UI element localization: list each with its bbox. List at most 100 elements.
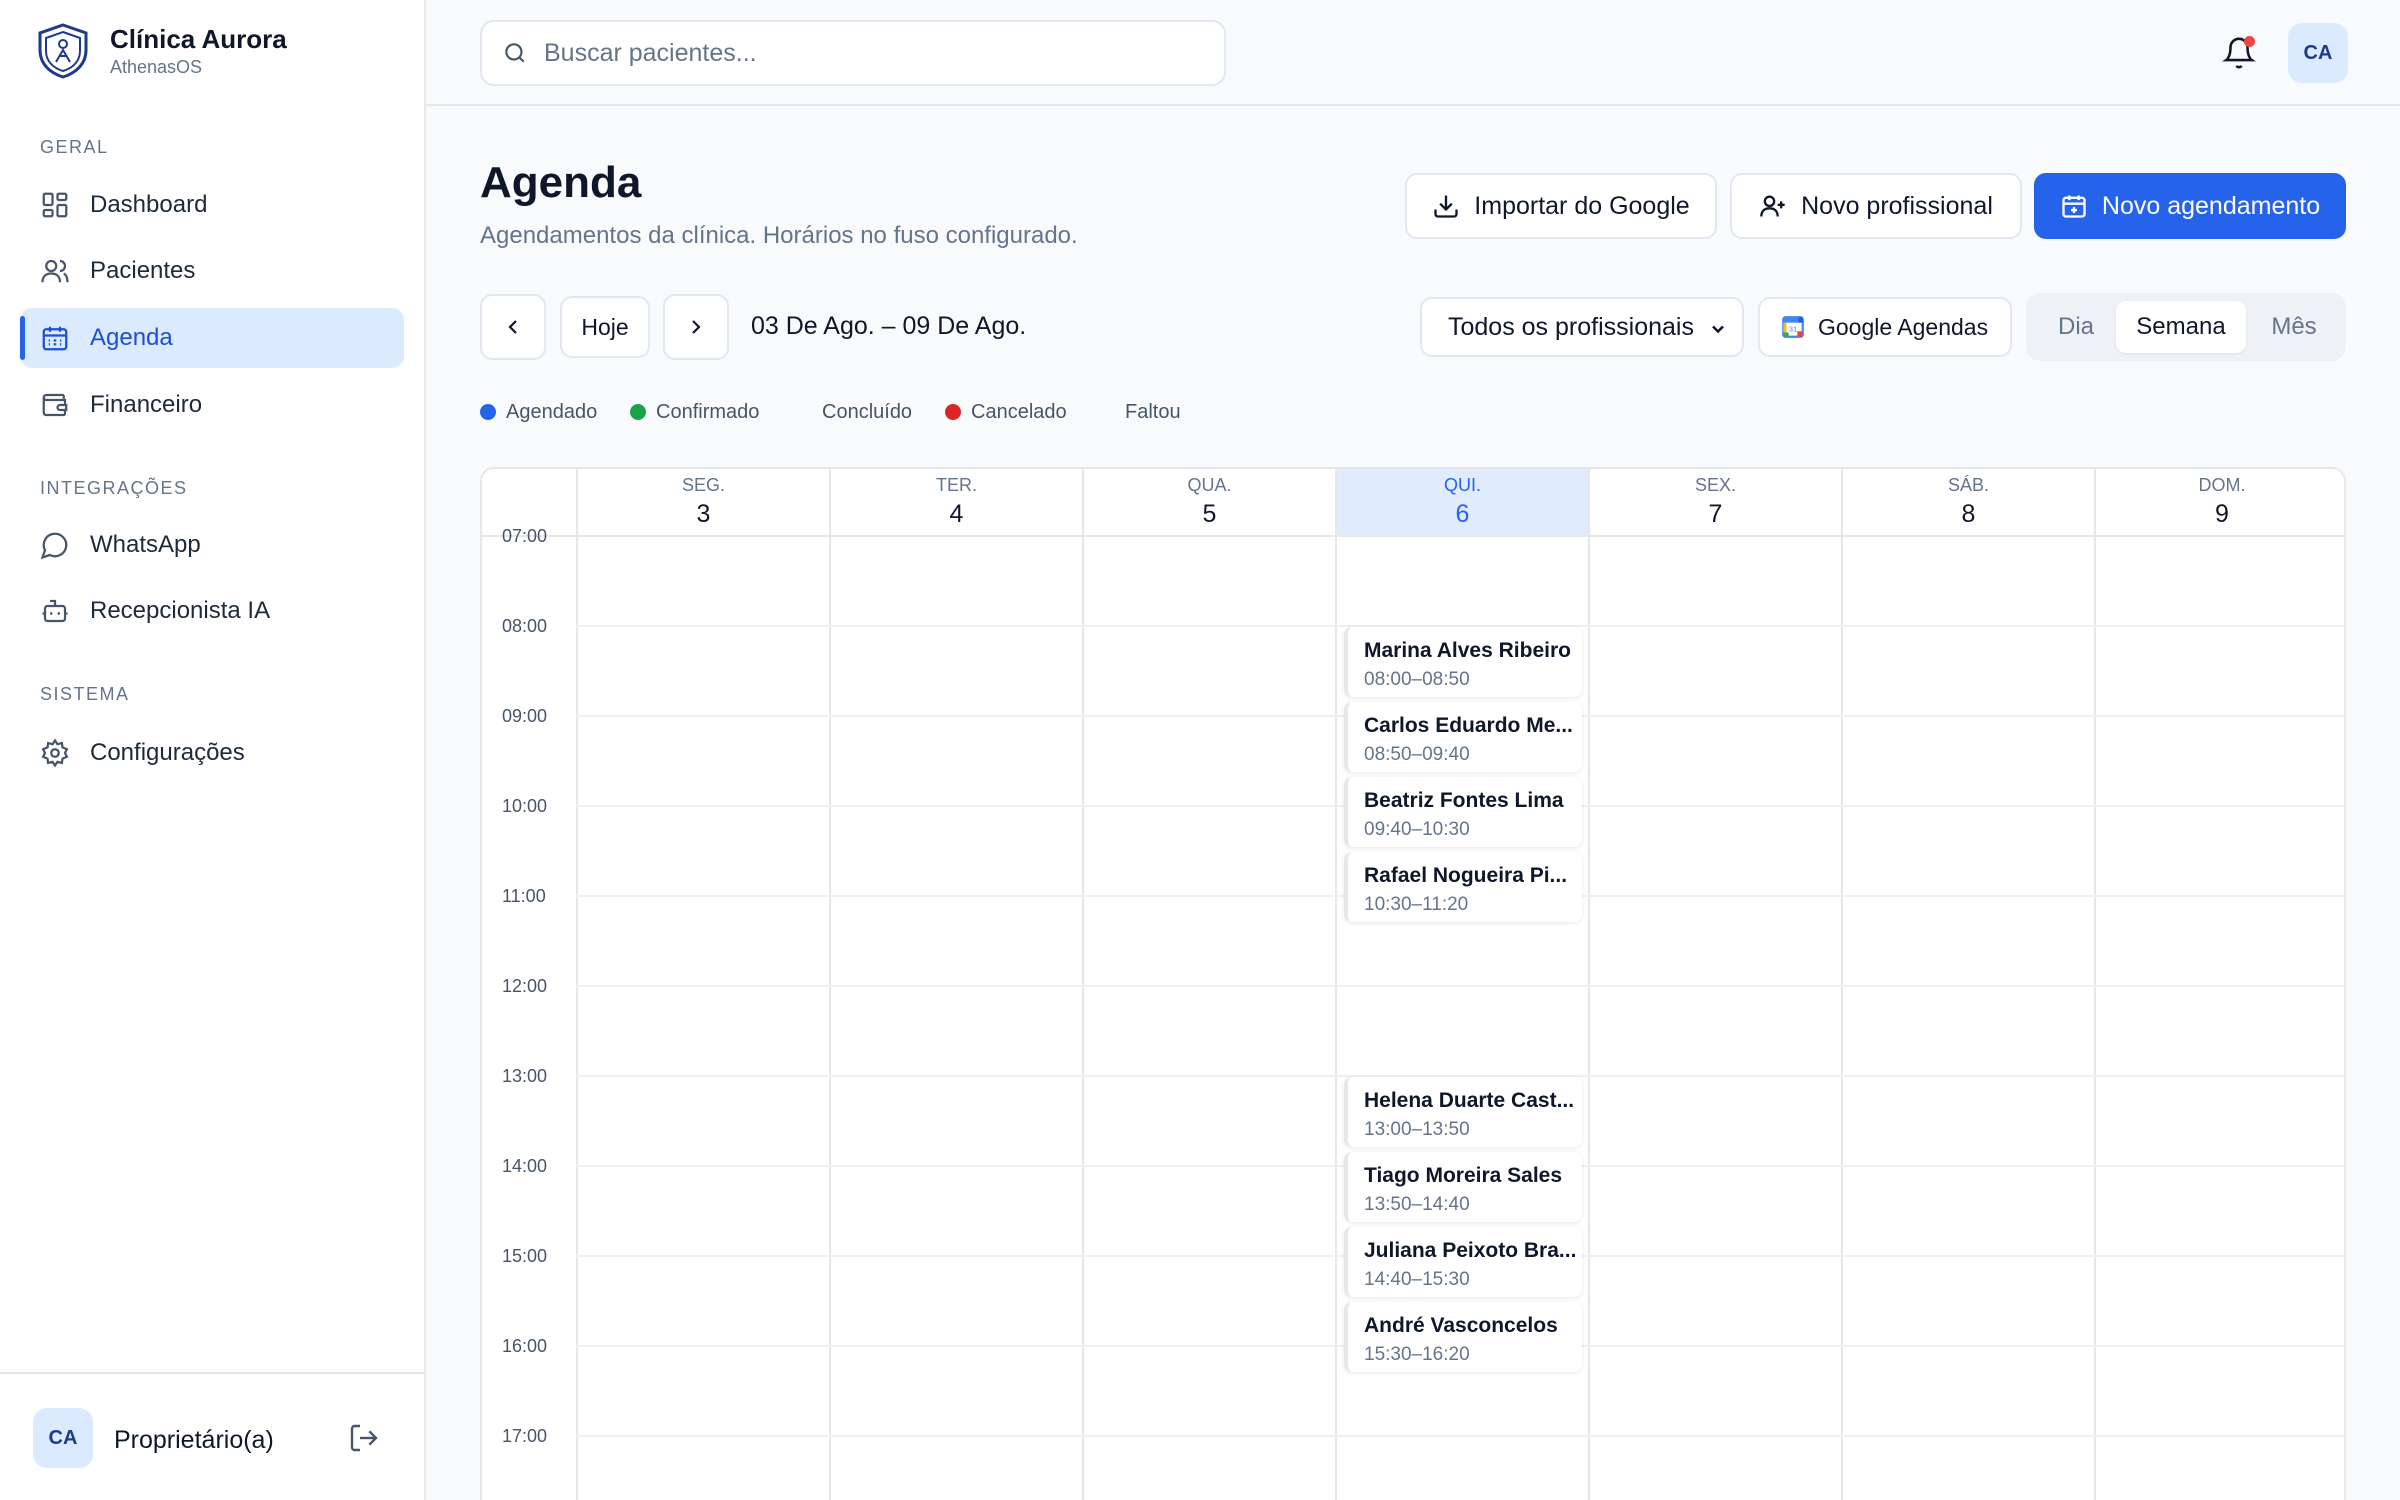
import-google-button[interactable]: Importar do Google xyxy=(1405,173,1717,239)
brand[interactable]: Clínica Aurora AthenasOS xyxy=(36,22,287,80)
sidebar-item-label: WhatsApp xyxy=(90,531,201,558)
day-number: 7 xyxy=(1708,500,1723,528)
time-label: 15:00 xyxy=(502,1246,548,1266)
hour-line xyxy=(576,1435,2344,1437)
appointment-patient: Juliana Peixoto Bra... xyxy=(1364,1239,1577,1262)
sidebar-item-label: Dashboard xyxy=(90,191,208,218)
column-divider xyxy=(1082,535,1084,1500)
sidebar-item-financeiro[interactable]: Financeiro xyxy=(20,375,404,435)
svg-text:31: 31 xyxy=(1789,324,1797,333)
gear-icon xyxy=(41,738,69,768)
hour-line xyxy=(576,985,2344,987)
legend-label: Cancelado xyxy=(971,400,1067,423)
appointment-time: 13:50–14:40 xyxy=(1364,1194,1470,1215)
day-of-week: TER. xyxy=(935,475,977,495)
appointment-card[interactable]: Helena Duarte Cast... 13:00–13:50 xyxy=(1344,1077,1582,1147)
notifications-button[interactable] xyxy=(2222,36,2256,70)
google-calendars-label: Google Agendas xyxy=(1818,313,1989,340)
sidebar-item-whatsapp[interactable]: WhatsApp xyxy=(20,515,404,575)
day-header-sun[interactable]: DOM. 9 xyxy=(2094,469,2344,535)
next-week-button[interactable] xyxy=(663,294,729,360)
search-input[interactable] xyxy=(544,38,1184,68)
appointment-time: 10:30–11:20 xyxy=(1364,894,1469,915)
sidebar-item-recepcionista-ia[interactable]: Recepcionista IA xyxy=(20,581,404,641)
appointment-card[interactable]: Beatriz Fontes Lima 09:40–10:30 xyxy=(1344,777,1582,847)
appointment-card[interactable]: Rafael Nogueira Pi... 10:30–11:20 xyxy=(1344,852,1582,922)
logout-icon[interactable] xyxy=(348,1422,380,1454)
dashboard-icon xyxy=(42,192,68,218)
section-title-integracoes: INTEGRAÇÕES xyxy=(40,478,188,498)
day-header-tue[interactable]: TER. 4 xyxy=(829,469,1082,535)
prev-week-button[interactable] xyxy=(480,294,546,360)
sidebar: Clínica Aurora AthenasOS GERAL Dashboard… xyxy=(0,0,426,1500)
new-appointment-button[interactable]: Novo agendamento xyxy=(2034,173,2346,239)
appointment-card[interactable]: Carlos Eduardo Me... 08:50–09:40 xyxy=(1344,702,1582,772)
sidebar-item-configuracoes[interactable]: Configurações xyxy=(20,723,404,783)
column-divider xyxy=(1841,535,1843,1500)
search-icon xyxy=(505,43,525,63)
today-button[interactable]: Hoje xyxy=(560,296,650,358)
google-calendar-icon: 31 xyxy=(1782,316,1804,338)
legend-faltou: Faltou xyxy=(1125,400,1181,424)
sidebar-footer: CA Proprietário(a) xyxy=(0,1372,424,1500)
day-header-fri[interactable]: SEX. 7 xyxy=(1588,469,1841,535)
week-calendar: SEG. 3 TER. 4 QUA. 5 QUI. 6 SEX. 7 SÁB. … xyxy=(480,467,2346,1500)
users-icon xyxy=(41,259,69,283)
day-header-thu[interactable]: QUI. 6 xyxy=(1335,469,1588,535)
legend-confirmado: Confirmado xyxy=(630,400,759,424)
appointment-time: 08:00–08:50 xyxy=(1364,669,1470,690)
chevron-left-icon xyxy=(508,320,517,334)
calendar-icon xyxy=(42,326,68,351)
google-calendars-button[interactable]: 31 Google Agendas xyxy=(1758,297,2012,357)
new-professional-button[interactable]: Novo profissional xyxy=(1730,173,2022,239)
sidebar-item-agenda[interactable]: Agenda xyxy=(20,308,404,368)
appointment-time: 15:30–16:20 xyxy=(1364,1344,1470,1365)
appointment-patient: André Vasconcelos xyxy=(1364,1314,1558,1337)
day-header-wed[interactable]: QUA. 5 xyxy=(1082,469,1335,535)
top-avatar[interactable]: CA xyxy=(2288,23,2348,83)
page-title: Agenda xyxy=(480,158,642,207)
new-professional-label: Novo profissional xyxy=(1801,191,1993,220)
notification-badge xyxy=(2244,36,2255,47)
appointment-card[interactable]: Marina Alves Ribeiro 08:00–08:50 xyxy=(1344,627,1582,697)
sidebar-item-dashboard[interactable]: Dashboard xyxy=(20,175,404,235)
sidebar-item-label: Agenda xyxy=(90,324,173,351)
legend-dot xyxy=(945,404,961,420)
sidebar-item-label: Financeiro xyxy=(90,391,203,418)
view-week-tab[interactable]: Semana xyxy=(2116,301,2246,353)
appointment-time: 09:40–10:30 xyxy=(1364,819,1470,840)
day-of-week: QUA. xyxy=(1187,475,1232,495)
professional-select[interactable]: Todos os profissionais xyxy=(1420,297,1744,357)
day-header-mon[interactable]: SEG. 3 xyxy=(576,469,829,535)
day-header-sat[interactable]: SÁB. 8 xyxy=(1841,469,2094,535)
appointment-card[interactable]: André Vasconcelos 15:30–16:20 xyxy=(1344,1302,1582,1372)
brand-name: Clínica Aurora xyxy=(110,24,287,54)
section-title-geral: GERAL xyxy=(40,137,109,157)
shield-logo-icon xyxy=(38,23,88,79)
day-of-week: SEG. xyxy=(681,475,725,495)
topbar: CA xyxy=(426,0,2400,106)
user-avatar[interactable]: CA xyxy=(33,1408,93,1468)
view-day-tab[interactable]: Dia xyxy=(2034,301,2118,353)
search-box[interactable] xyxy=(480,20,1226,86)
sidebar-item-pacientes[interactable]: Pacientes xyxy=(20,241,404,301)
appointment-card[interactable]: Juliana Peixoto Bra... 14:40–15:30 xyxy=(1344,1227,1582,1297)
sidebar-item-label: Pacientes xyxy=(90,257,196,284)
day-number: 5 xyxy=(1202,500,1217,528)
view-month-tab[interactable]: Mês xyxy=(2250,301,2338,353)
time-label: 11:00 xyxy=(502,886,546,906)
legend-dot xyxy=(630,404,646,420)
page-subtitle: Agendamentos da clínica. Horários no fus… xyxy=(480,222,1078,249)
legend-agendado: Agendado xyxy=(480,400,597,424)
appointment-time: 08:50–09:40 xyxy=(1364,744,1470,765)
user-plus-icon xyxy=(1760,195,1785,217)
time-label: 12:00 xyxy=(502,976,548,996)
appointment-card[interactable]: Tiago Moreira Sales 13:50–14:40 xyxy=(1344,1152,1582,1222)
legend-cancelado: Cancelado xyxy=(945,400,1067,424)
appointment-patient: Marina Alves Ribeiro xyxy=(1364,639,1571,662)
user-role: Proprietário(a) xyxy=(114,1426,274,1454)
column-divider xyxy=(1588,535,1590,1500)
chevron-down-icon xyxy=(1712,325,1724,334)
column-divider xyxy=(576,535,578,1500)
appointment-patient: Rafael Nogueira Pi... xyxy=(1364,864,1568,887)
